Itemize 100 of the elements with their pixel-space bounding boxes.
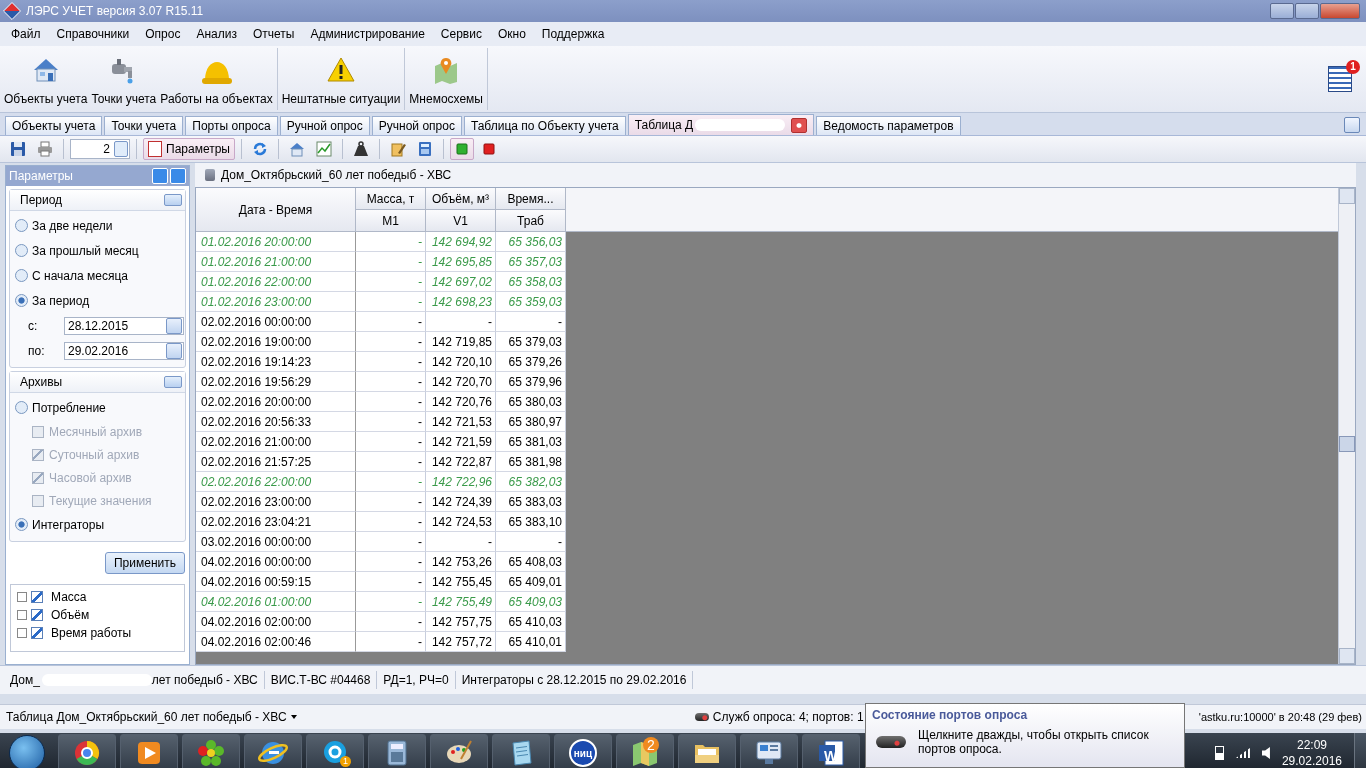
battery-icon[interactable] <box>1214 746 1224 760</box>
column-header[interactable]: Траб <box>496 210 566 232</box>
table-cell: - <box>356 412 426 432</box>
checkbox[interactable] <box>31 591 43 603</box>
tab[interactable]: Таблица Д <box>627 114 815 135</box>
weight-icon <box>352 141 369 157</box>
tree-item[interactable]: Масса <box>47 590 87 604</box>
tree-item[interactable]: Объём <box>47 608 90 622</box>
date-field[interactable]: 29.02.2016 <box>64 341 184 360</box>
column-group-header[interactable]: Объём, м³ <box>426 188 496 210</box>
ribbon-button[interactable]: Объекты учета <box>2 48 90 110</box>
table-cell: - <box>426 312 496 332</box>
column-header[interactable]: V1 <box>426 210 496 232</box>
scrollbar[interactable] <box>1338 188 1355 664</box>
expand-icon[interactable] <box>17 592 27 602</box>
dropdown-button[interactable] <box>166 342 182 359</box>
table-cell: 142 720,76 <box>426 392 496 412</box>
table-cell: - <box>356 552 426 572</box>
ribbon-button[interactable]: Работы на объектах <box>158 48 275 110</box>
tab[interactable]: Точки учета <box>104 116 184 135</box>
taskbar-button[interactable] <box>182 734 240 768</box>
tab[interactable]: Ручной опрос <box>279 116 370 135</box>
radio-button[interactable] <box>15 294 28 307</box>
table-cell: 142 720,10 <box>426 352 496 372</box>
maximize-button[interactable] <box>1295 3 1319 19</box>
menu-item[interactable]: Поддержка <box>533 27 613 41</box>
table-cell: - <box>356 232 426 252</box>
expand-icon[interactable] <box>17 610 27 620</box>
tab[interactable]: Порты опроса <box>185 116 278 135</box>
radio-button[interactable] <box>15 269 28 282</box>
edit-icon <box>389 141 406 157</box>
taskbar-button[interactable]: ниц <box>554 734 612 768</box>
menu-item[interactable]: Справочники <box>48 27 138 41</box>
app-badge: 2 <box>643 737 659 753</box>
taskbar-button[interactable] <box>492 734 550 768</box>
table-cell: 65 357,03 <box>496 252 566 272</box>
minimize-button[interactable] <box>1270 3 1294 19</box>
menu-item[interactable]: Окно <box>489 27 534 41</box>
table-cell: 142 722,87 <box>426 452 496 472</box>
table-cell: - <box>356 592 426 612</box>
parameters-button[interactable]: Параметры <box>143 138 235 160</box>
menu-item[interactable]: Анализ <box>188 27 245 41</box>
menu-item[interactable]: Администрирование <box>302 27 433 41</box>
table-cell: - <box>356 432 426 452</box>
taskbar-button[interactable] <box>244 734 302 768</box>
table-cell: - <box>356 292 426 312</box>
date-field[interactable]: 28.12.2015 <box>64 316 184 335</box>
tree-item[interactable]: Время работы <box>47 626 132 640</box>
table-cell: - <box>356 512 426 532</box>
ribbon-button[interactable]: Нештатные ситуации <box>279 48 403 110</box>
collapse-button[interactable] <box>164 194 182 206</box>
taskbar-button[interactable] <box>120 734 178 768</box>
column-group-header[interactable]: Масса, т <box>356 188 426 210</box>
table-cell: 65 382,03 <box>496 472 566 492</box>
page-spinner[interactable]: 2 <box>70 139 130 159</box>
table-cell: 65 356,03 <box>496 232 566 252</box>
table-cell: - <box>356 392 426 412</box>
clock[interactable]: 22:09 29.02.2016 <box>1281 737 1342 768</box>
table-cell: 02.02.2016 19:56:29 <box>196 372 356 392</box>
notification-badge: 1 <box>1346 60 1360 74</box>
collapse-button[interactable] <box>164 376 182 388</box>
taskbar-button[interactable] <box>740 734 798 768</box>
tab[interactable]: Таблица по Объекту учета <box>463 116 626 135</box>
table-cell: 65 410,01 <box>496 632 566 652</box>
taskbar-button[interactable] <box>368 734 426 768</box>
menu-item[interactable]: Опрос <box>137 27 189 41</box>
menu-item[interactable]: Файл <box>3 27 49 41</box>
window-switcher[interactable]: Таблица Дом_Октябрьский_60 лет победыб - ХВС <box>6 710 287 724</box>
radio-button[interactable] <box>15 401 28 414</box>
column-header[interactable]: M1 <box>356 210 426 232</box>
taskbar-button[interactable] <box>678 734 736 768</box>
router-icon <box>694 713 709 721</box>
taskbar-button[interactable] <box>58 734 116 768</box>
ribbon-button[interactable]: Точки учета <box>89 48 159 110</box>
table-cell: 02.02.2016 21:57:25 <box>196 452 356 472</box>
menu-item[interactable]: Отчеты <box>244 27 303 41</box>
tab[interactable]: Ведомость параметров <box>816 116 961 135</box>
document-list-icon[interactable] <box>1328 66 1352 92</box>
ribbon-button[interactable]: Мнемосхемы <box>407 48 485 110</box>
expand-icon[interactable] <box>17 628 27 638</box>
checkbox[interactable] <box>31 627 43 639</box>
checkbox[interactable] <box>31 609 43 621</box>
menu-item[interactable]: Сервис <box>432 27 490 41</box>
radio-button[interactable] <box>15 518 28 531</box>
speaker-icon[interactable] <box>1261 747 1270 759</box>
refresh-icon <box>251 141 268 157</box>
dropdown-button[interactable] <box>166 317 182 334</box>
status-text: 'astku.ru:10000' в 20:48 (29 фев) <box>1198 711 1362 723</box>
tab[interactable]: Объекты учета <box>5 116 103 135</box>
table-cell: 142 724,53 <box>426 512 496 532</box>
column-group-header[interactable]: Время... <box>496 188 566 210</box>
radio-button[interactable] <box>15 219 28 232</box>
taskbar-button[interactable] <box>430 734 488 768</box>
table-cell: 65 379,03 <box>496 332 566 352</box>
tab[interactable]: Ручной опрос <box>371 116 462 135</box>
start-button[interactable] <box>449 138 474 160</box>
column-header[interactable]: Дата - Время <box>196 188 356 232</box>
radio-button[interactable] <box>15 244 28 257</box>
apply-button[interactable]: Применить <box>105 552 185 574</box>
show-desktop-button[interactable] <box>1354 733 1366 768</box>
